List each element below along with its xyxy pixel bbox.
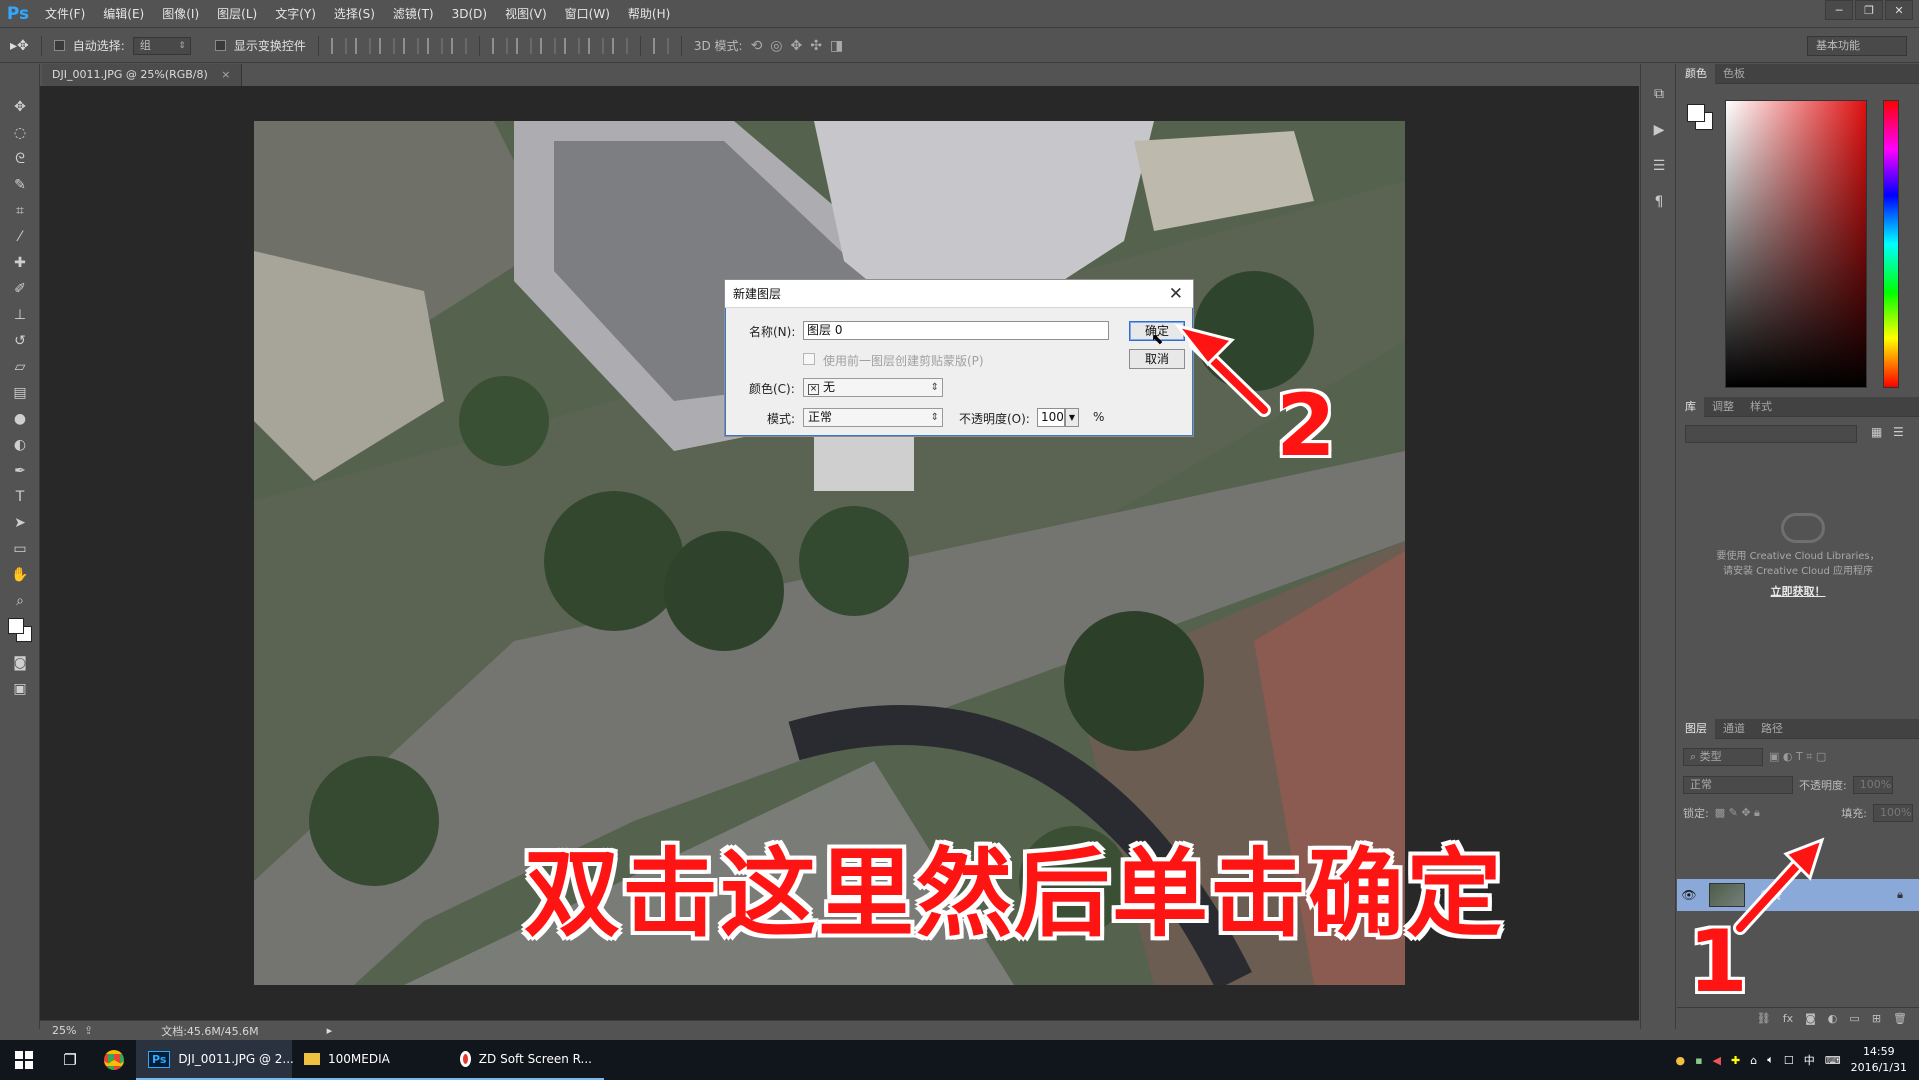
taskbar-item-zdsoft[interactable]: ZD Soft Screen R... (448, 1040, 604, 1080)
taskbar-item-label: ZD Soft Screen R... (478, 1052, 592, 1066)
volume-icon[interactable]: 🔈︎ (1767, 1053, 1774, 1067)
tutorial-caption: 双击这里然后单击确定 (524, 838, 1504, 950)
taskbar-item-label: 100MEDIA (328, 1052, 390, 1066)
step-2-label: 2 (1276, 376, 1336, 476)
taskbar: ❐ Ps DJI_0011.JPG @ 2... 100MEDIA ZD Sof… (0, 1040, 1919, 1080)
clock-time: 14:59 (1862, 1045, 1895, 1058)
chrome-icon[interactable] (92, 1050, 136, 1070)
taskbar-item-photoshop[interactable]: Ps DJI_0011.JPG @ 2... (136, 1040, 294, 1080)
taskbar-item-label: DJI_0011.JPG @ 2... (178, 1052, 294, 1066)
notification-icon[interactable]: ☐ (1784, 1054, 1794, 1067)
tray-app-icon[interactable]: ● (1675, 1054, 1685, 1067)
record-icon (460, 1051, 471, 1067)
tray-app-icon[interactable]: ✚ (1731, 1054, 1740, 1067)
photoshop-app-icon: Ps (148, 1050, 171, 1068)
folder-icon (304, 1053, 320, 1065)
arrow-1 (1733, 837, 1825, 935)
windows-start-icon[interactable] (0, 1040, 48, 1080)
network-icon[interactable]: ⌂ (1750, 1054, 1757, 1067)
tray-app-icon[interactable]: ◀ (1713, 1054, 1721, 1067)
keyboard-icon[interactable]: ⌨ (1825, 1054, 1841, 1067)
clock-date: 2016/1/31 (1850, 1061, 1907, 1074)
tray-app-icon[interactable]: ▪ (1695, 1054, 1702, 1067)
taskbar-item-100media[interactable]: 100MEDIA (292, 1040, 448, 1080)
chrome-logo-icon (104, 1050, 124, 1070)
task-view-icon[interactable]: ❐ (48, 1051, 92, 1069)
step-1-label: 1 (1688, 912, 1748, 1012)
clock[interactable]: 14:59 2016/1/31 (1851, 1044, 1907, 1076)
arrow-2 (1174, 323, 1271, 417)
system-tray: ● ▪ ◀ ✚ ⌂ 🔈︎ ☐ 中 ⌨ 14:59 2016/1/31 (1675, 1040, 1919, 1080)
windows-logo-icon (15, 1051, 33, 1069)
ime-indicator[interactable]: 中 (1804, 1052, 1815, 1068)
